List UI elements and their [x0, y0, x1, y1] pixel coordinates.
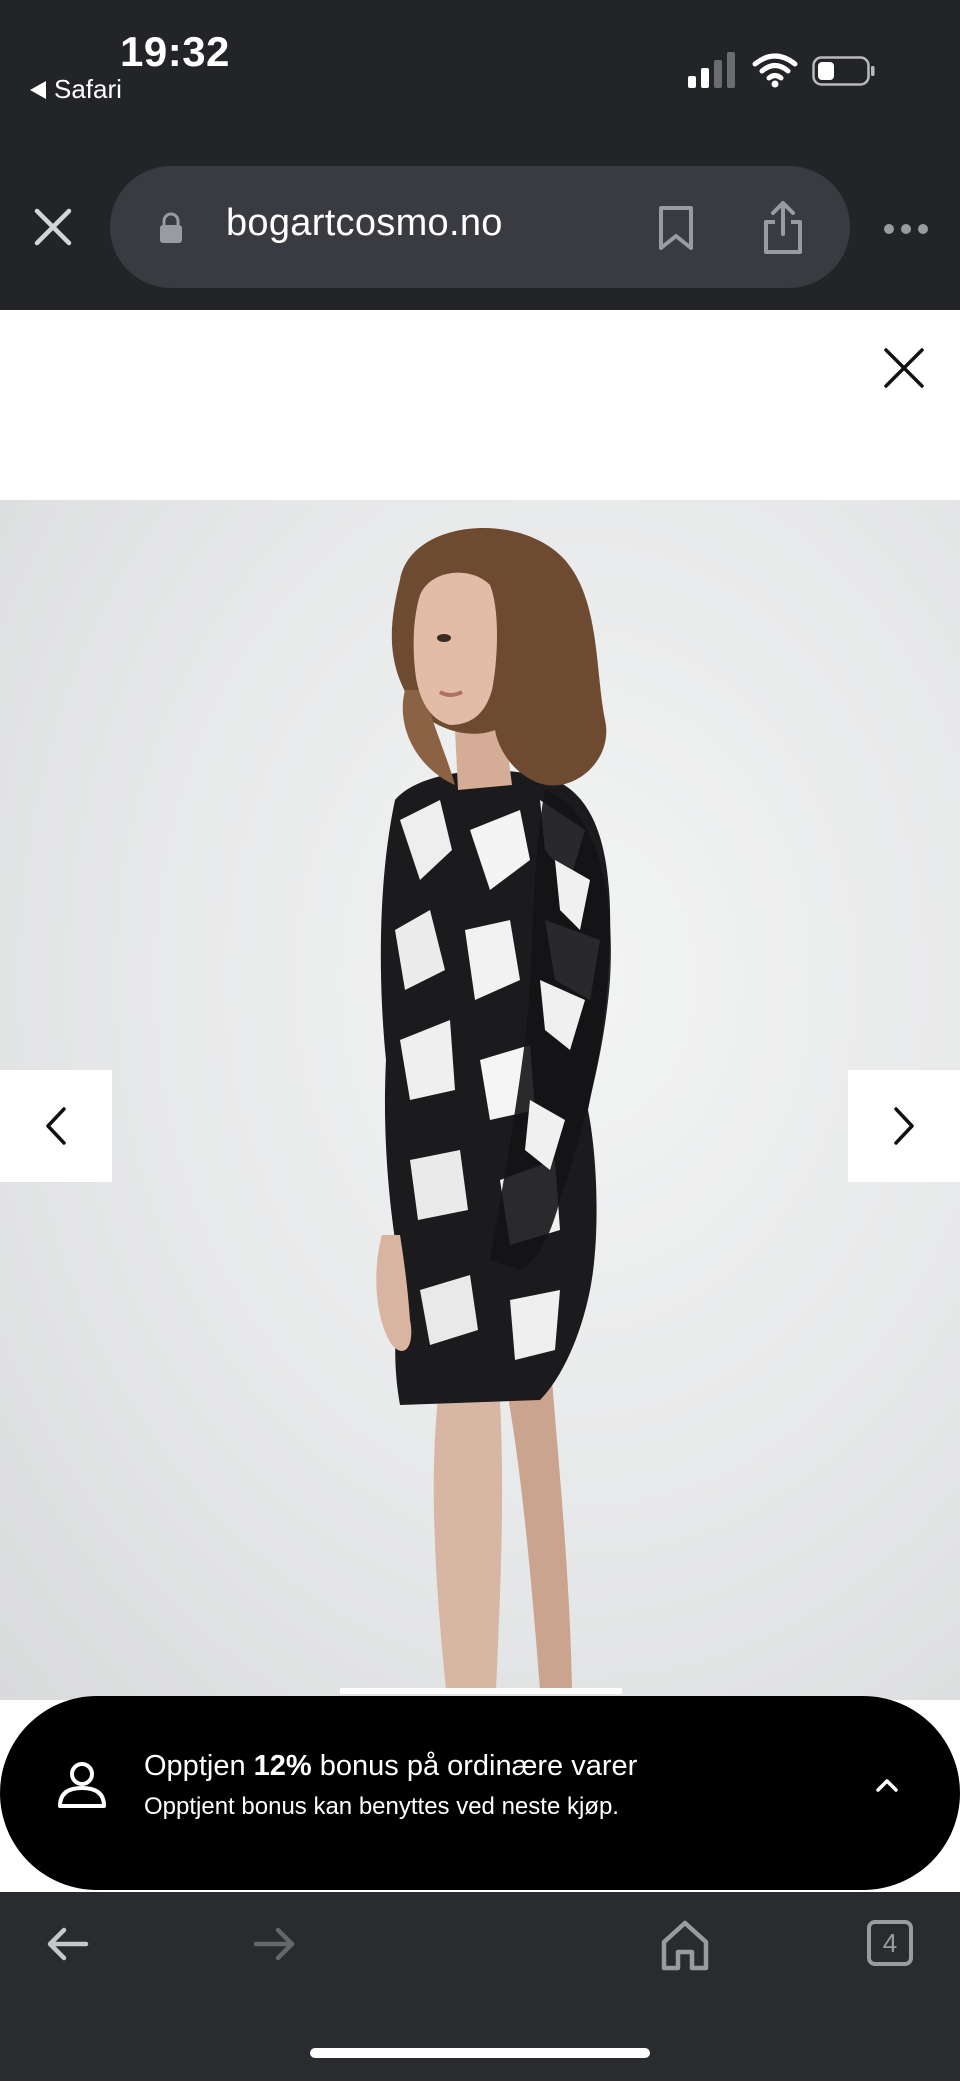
user-icon: [58, 1762, 106, 1808]
gallery-close-icon[interactable]: [882, 346, 926, 390]
chevron-right-icon: [894, 1107, 914, 1145]
chevron-up-icon[interactable]: [870, 1774, 904, 1796]
gallery-next-button[interactable]: [848, 1070, 960, 1182]
home-indicator[interactable]: [310, 2048, 650, 2058]
ellipsis-icon[interactable]: [882, 222, 930, 236]
chevron-left-icon: [46, 1107, 66, 1145]
tabs-button[interactable]: 4: [867, 1920, 913, 1966]
gallery-prev-button[interactable]: [0, 1070, 112, 1182]
back-to-app-link[interactable]: Safari: [30, 74, 122, 105]
share-icon[interactable]: [760, 200, 806, 256]
bonus-percentage: 12%: [253, 1750, 312, 1782]
bonus-title: Opptjen 12% bonus på ordinære varer: [144, 1750, 637, 1783]
back-app-label: Safari: [54, 74, 122, 104]
home-icon[interactable]: [660, 1918, 710, 1972]
wifi-icon: [752, 53, 798, 88]
back-triangle-icon: [30, 80, 46, 99]
bonus-title-suffix: bonus på ordinære varer: [311, 1750, 638, 1782]
product-image[interactable]: [0, 500, 960, 1700]
close-icon[interactable]: [32, 206, 74, 248]
bookmark-icon[interactable]: [656, 204, 696, 252]
status-time: 19:32: [120, 28, 230, 75]
lock-icon: [160, 212, 182, 243]
battery-icon: [812, 56, 875, 86]
bonus-subtitle: Opptjent bonus kan benyttes ved neste kj…: [144, 1793, 619, 1820]
url-text[interactable]: bogartcosmo.no: [226, 202, 503, 245]
arrow-left-icon[interactable]: [44, 1924, 92, 1964]
arrow-right-icon[interactable]: [250, 1924, 298, 1964]
cellular-signal-icon: [688, 52, 735, 88]
model-illustration: [376, 527, 611, 1690]
bonus-title-prefix: Opptjen: [144, 1750, 254, 1782]
gallery-progress-indicator: [340, 1688, 622, 1694]
